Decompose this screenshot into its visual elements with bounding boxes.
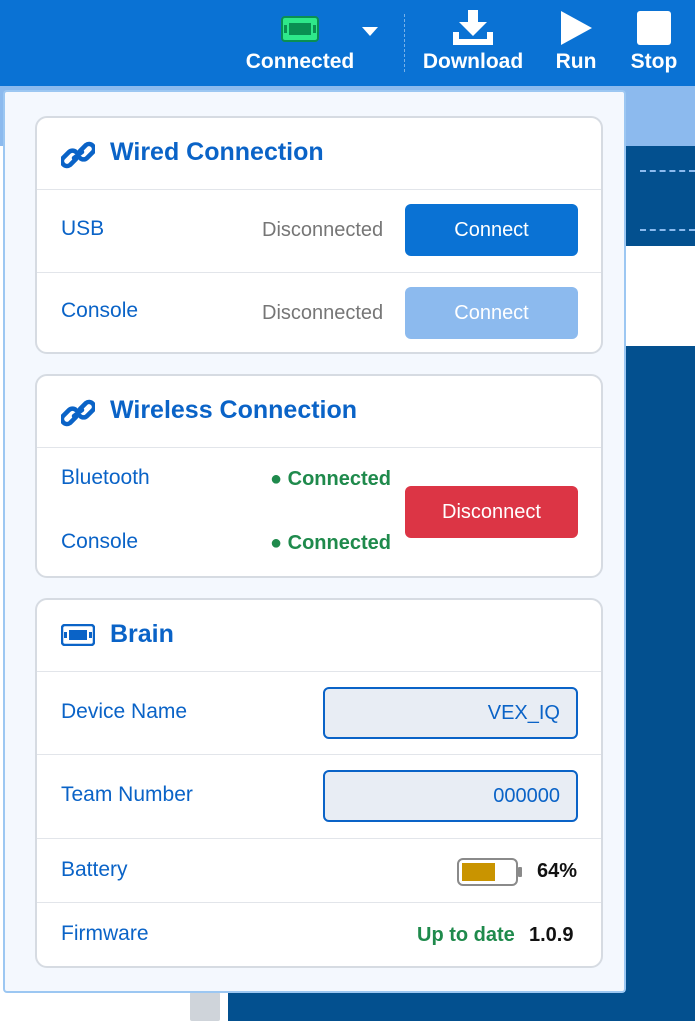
wired-connection-header: Wired Connection bbox=[37, 118, 601, 190]
brain-card: Brain Device Name VEX_IQ Team Number 000… bbox=[35, 598, 603, 968]
usb-label: USB bbox=[61, 217, 105, 240]
link-icon bbox=[59, 397, 97, 427]
wireless-connection-card: Wireless Connection Bluetooth ● Connecte… bbox=[35, 374, 603, 578]
usb-row: USB Disconnected Connect bbox=[37, 190, 601, 273]
connection-panel: Wired Connection USB Disconnected Connec… bbox=[3, 90, 626, 993]
brain-device-icon bbox=[281, 16, 319, 48]
team-number-row: Team Number 000000 bbox=[37, 755, 601, 839]
bluetooth-label: Bluetooth bbox=[61, 466, 150, 489]
top-toolbar: Connected Download Run Stop bbox=[0, 0, 695, 86]
disconnect-button[interactable]: Disconnect bbox=[405, 486, 578, 538]
brain-device-icon bbox=[60, 623, 96, 654]
battery-label: Battery bbox=[61, 858, 128, 881]
stop-label: Stop bbox=[630, 50, 678, 73]
device-name-label: Device Name bbox=[61, 700, 188, 723]
run-label: Run bbox=[555, 50, 597, 73]
team-number-label: Team Number bbox=[61, 783, 193, 806]
background-divider bbox=[640, 170, 695, 172]
scrollbar-handle[interactable] bbox=[190, 992, 220, 1021]
wired-console-status: Disconnected bbox=[262, 302, 384, 324]
wired-console-row: Console Disconnected Connect bbox=[37, 273, 601, 352]
stop-button[interactable]: Stop bbox=[624, 0, 684, 86]
wireless-rows: Bluetooth ● Connected Console ● Connecte… bbox=[37, 448, 601, 576]
connected-button[interactable]: Connected bbox=[240, 0, 360, 86]
firmware-version: 1.0.9 bbox=[529, 924, 574, 946]
device-name-field[interactable]: VEX_IQ bbox=[323, 687, 578, 739]
bluetooth-status: ● Connected bbox=[270, 468, 391, 490]
connection-dropdown-toggle[interactable] bbox=[358, 0, 382, 86]
caret-down-icon bbox=[361, 20, 379, 44]
toolbar-separator bbox=[404, 14, 405, 72]
download-button[interactable]: Download bbox=[420, 0, 526, 86]
battery-row: Battery 64% bbox=[37, 839, 601, 903]
wireless-console-status: ● Connected bbox=[270, 532, 391, 554]
run-button[interactable]: Run bbox=[548, 0, 604, 86]
battery-icon bbox=[457, 858, 523, 891]
wired-connection-title: Wired Connection bbox=[110, 138, 324, 166]
download-icon bbox=[451, 10, 495, 52]
firmware-status: Up to date bbox=[417, 924, 515, 946]
wired-console-label: Console bbox=[61, 299, 139, 322]
usb-status: Disconnected bbox=[262, 219, 384, 241]
firmware-label: Firmware bbox=[61, 922, 149, 945]
stop-icon bbox=[636, 10, 672, 52]
background-canvas-bottom bbox=[228, 992, 695, 1021]
battery-percent: 64% bbox=[537, 860, 578, 882]
wireless-connection-title: Wireless Connection bbox=[110, 396, 358, 424]
firmware-row: Firmware Up to date 1.0.9 bbox=[37, 903, 601, 966]
brain-header: Brain bbox=[37, 600, 601, 672]
wired-console-connect-button: Connect bbox=[405, 287, 578, 339]
team-number-field[interactable]: 000000 bbox=[323, 770, 578, 822]
play-icon bbox=[559, 10, 593, 52]
connected-label: Connected bbox=[245, 50, 355, 73]
wireless-connection-header: Wireless Connection bbox=[37, 376, 601, 448]
brain-title: Brain bbox=[110, 620, 174, 648]
download-label: Download bbox=[422, 50, 524, 73]
wired-connection-card: Wired Connection USB Disconnected Connec… bbox=[35, 116, 603, 354]
device-name-row: Device Name VEX_IQ bbox=[37, 672, 601, 755]
usb-connect-button[interactable]: Connect bbox=[405, 204, 578, 256]
link-icon bbox=[59, 139, 97, 169]
background-block bbox=[625, 246, 695, 346]
wireless-console-label: Console bbox=[61, 530, 139, 553]
background-divider bbox=[640, 229, 695, 231]
